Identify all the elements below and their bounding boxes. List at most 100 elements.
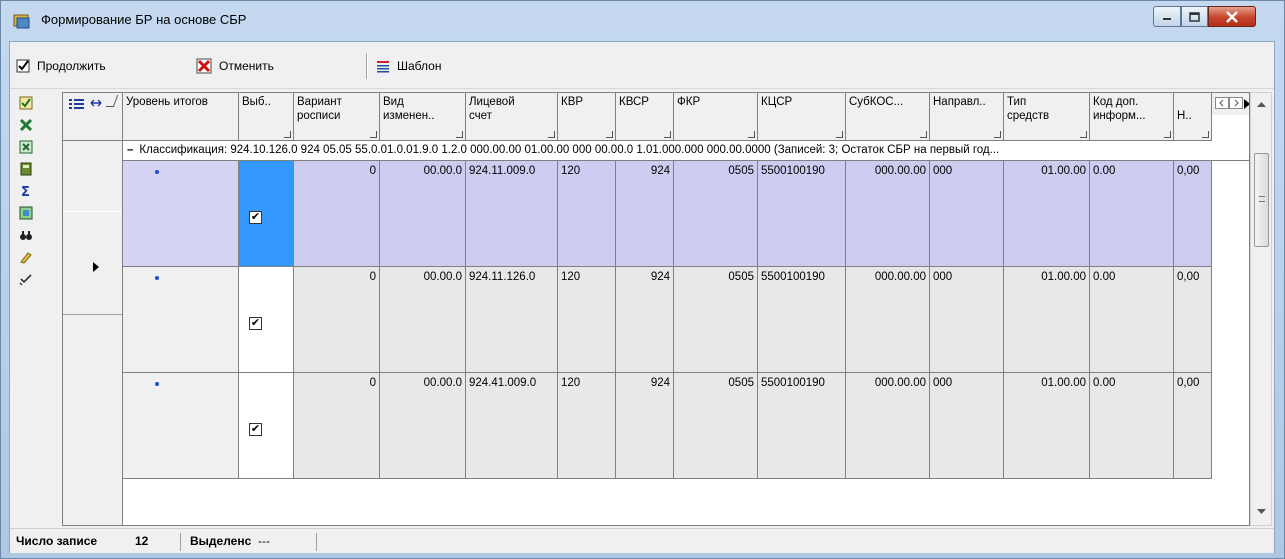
- collapse-icon[interactable]: –: [127, 144, 133, 156]
- cell-naprav[interactable]: 000: [930, 267, 1004, 373]
- column-header-label: КЦСР: [761, 96, 793, 108]
- column-header-tip[interactable]: Тип средств: [1004, 93, 1090, 141]
- row-select-checkbox[interactable]: ✔: [249, 317, 262, 330]
- cell-tip[interactable]: 01.00.00: [1004, 373, 1090, 479]
- eraser-icon[interactable]: [19, 250, 33, 264]
- check-mark-icon[interactable]: [19, 272, 33, 286]
- scroll-left-icon[interactable]: [1215, 97, 1229, 109]
- cell-kvsr[interactable]: 924: [616, 161, 674, 267]
- filter-icon[interactable]: [284, 131, 291, 138]
- cell-n[interactable]: 0,00: [1174, 267, 1212, 373]
- continue-button[interactable]: Продолжить: [16, 56, 106, 76]
- cell-kvr[interactable]: 120: [558, 161, 616, 267]
- cell-kvsr[interactable]: 924: [616, 267, 674, 373]
- cell-fkr[interactable]: 0505: [674, 373, 758, 479]
- cell-value: 0505: [728, 377, 754, 389]
- column-header-sel[interactable]: Выб..: [239, 93, 294, 141]
- row-select-checkbox[interactable]: ✔: [249, 211, 262, 224]
- cell-kcsr[interactable]: 5500100190: [758, 161, 846, 267]
- scroll-down-icon[interactable]: [1257, 509, 1266, 515]
- cell-subkosgu[interactable]: 000.00.00: [846, 373, 930, 479]
- column-header-naprav[interactable]: Направл..: [930, 93, 1004, 141]
- refresh-icon[interactable]: [19, 206, 33, 220]
- cell-koddop[interactable]: 0.00: [1090, 373, 1174, 479]
- excel-export-icon[interactable]: [19, 118, 33, 132]
- cell-sel[interactable]: ✔: [239, 373, 294, 479]
- cell-sel[interactable]: ✔: [239, 267, 294, 373]
- binoculars-icon[interactable]: [19, 228, 33, 242]
- cell-kcsr[interactable]: 5500100190: [758, 373, 846, 479]
- column-header-kcsr[interactable]: КЦСР: [758, 93, 846, 141]
- filter-icon[interactable]: [1080, 131, 1087, 138]
- group-list-icon[interactable]: [68, 98, 86, 110]
- cell-naprav[interactable]: 000: [930, 373, 1004, 479]
- column-header-kvr[interactable]: КВР: [558, 93, 616, 141]
- cell-account[interactable]: 924.11.126.0: [466, 267, 558, 373]
- client-area: Продолжить Отменить Шаблон Σ Уровень ито…: [9, 41, 1275, 553]
- grid-corner: [63, 93, 123, 141]
- cell-variant[interactable]: 0: [294, 161, 380, 267]
- cell-sel[interactable]: ✔: [239, 161, 294, 267]
- cancel-button[interactable]: Отменить: [196, 56, 274, 76]
- cell-tip[interactable]: 01.00.00: [1004, 267, 1090, 373]
- cell-account[interactable]: 924.11.009.0: [466, 161, 558, 267]
- filter-icon[interactable]: [456, 131, 463, 138]
- row-select-checkbox[interactable]: ✔: [249, 423, 262, 436]
- group-row[interactable]: – Классификация: 924.10.126.0 924 05.05 5…: [123, 141, 1249, 161]
- column-header-n[interactable]: Н..: [1174, 93, 1212, 141]
- scrollbar-thumb[interactable]: [1254, 153, 1269, 247]
- cell-vid[interactable]: 00.00.0: [380, 267, 466, 373]
- column-header-level[interactable]: Уровень итогов: [123, 93, 239, 141]
- cell-variant[interactable]: 0: [294, 373, 380, 479]
- cell-kvr[interactable]: 120: [558, 267, 616, 373]
- cell-kvr[interactable]: 120: [558, 373, 616, 479]
- cell-koddop[interactable]: 0.00: [1090, 267, 1174, 373]
- filter-icon[interactable]: [1202, 131, 1209, 138]
- column-header-koddop[interactable]: Код доп. информ...: [1090, 93, 1174, 141]
- cell-koddop[interactable]: 0.00: [1090, 161, 1174, 267]
- cell-n[interactable]: 0,00: [1174, 161, 1212, 267]
- cell-fkr[interactable]: 0505: [674, 267, 758, 373]
- column-header-account[interactable]: Лицевой счет: [466, 93, 558, 141]
- column-header-subkosgu[interactable]: СубКОС...: [846, 93, 930, 141]
- cell-subkosgu[interactable]: 000.00.00: [846, 267, 930, 373]
- cell-subkosgu[interactable]: 000.00.00: [846, 161, 930, 267]
- column-header-kvsr[interactable]: КВСР: [616, 93, 674, 141]
- template-button[interactable]: Шаблон: [376, 56, 441, 76]
- cell-variant[interactable]: 0: [294, 267, 380, 373]
- excel-icon[interactable]: [19, 140, 33, 154]
- cell-vid[interactable]: 00.00.0: [380, 373, 466, 479]
- cell-value: 120: [561, 377, 581, 389]
- filter-icon[interactable]: [664, 131, 671, 138]
- scroll-up-icon[interactable]: [1257, 101, 1266, 107]
- filter-icon[interactable]: [836, 131, 843, 138]
- close-button[interactable]: [1208, 6, 1256, 27]
- cell-kvsr[interactable]: 924: [616, 373, 674, 479]
- calculator-icon[interactable]: [19, 162, 33, 176]
- cell-vid[interactable]: 00.00.0: [380, 161, 466, 267]
- filter-icon[interactable]: [548, 131, 555, 138]
- expand-columns-icon[interactable]: [90, 99, 102, 107]
- checklist-icon[interactable]: [19, 96, 33, 110]
- sigma-icon[interactable]: Σ: [19, 184, 33, 198]
- filter-icon[interactable]: [994, 131, 1001, 138]
- scroll-right-icon[interactable]: [1229, 97, 1243, 109]
- filter-icon[interactable]: [748, 131, 755, 138]
- minimize-button[interactable]: [1153, 6, 1181, 27]
- column-header-fkr[interactable]: ФКР: [674, 93, 758, 141]
- cell-value: 0: [369, 165, 376, 177]
- cell-fkr[interactable]: 0505: [674, 161, 758, 267]
- cell-n[interactable]: 0,00: [1174, 373, 1212, 479]
- cell-naprav[interactable]: 000: [930, 161, 1004, 267]
- column-header-vid[interactable]: Вид изменен..: [380, 93, 466, 141]
- column-header-variant[interactable]: Вариант росписи: [294, 93, 380, 141]
- filter-icon[interactable]: [1164, 131, 1171, 138]
- filter-icon[interactable]: [370, 131, 377, 138]
- cell-account[interactable]: 924.41.009.0: [466, 373, 558, 479]
- vertical-scrollbar[interactable]: [1250, 92, 1272, 526]
- filter-icon[interactable]: [606, 131, 613, 138]
- maximize-button[interactable]: [1181, 6, 1208, 27]
- filter-icon[interactable]: [920, 131, 927, 138]
- cell-tip[interactable]: 01.00.00: [1004, 161, 1090, 267]
- cell-kcsr[interactable]: 5500100190: [758, 267, 846, 373]
